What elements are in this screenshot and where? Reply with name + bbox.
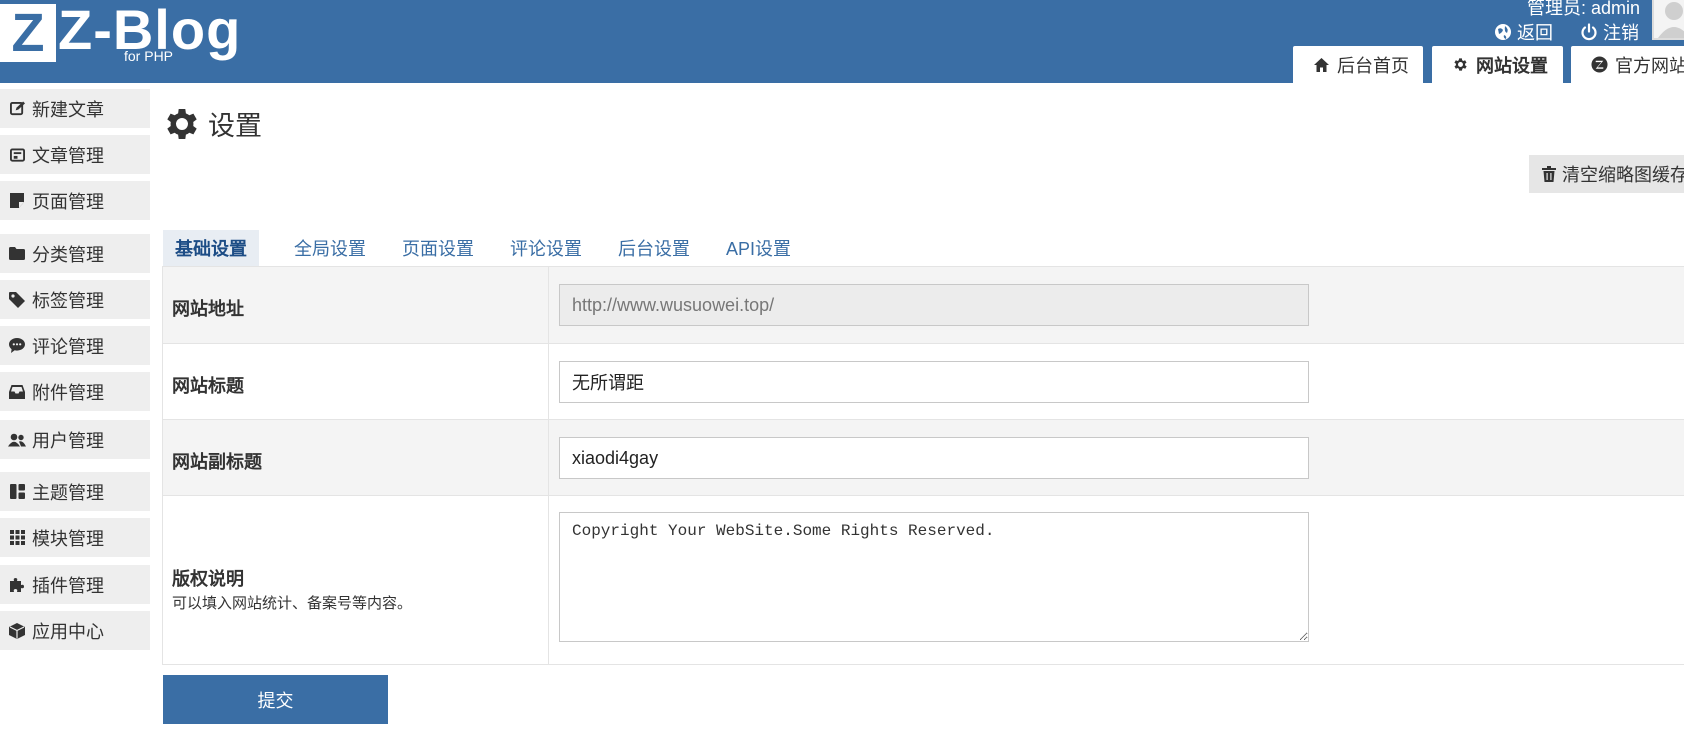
power-icon xyxy=(1581,23,1597,41)
user-silhouette-icon xyxy=(1658,2,1684,38)
header-tab-official-site[interactable]: 官方网站 xyxy=(1571,46,1684,83)
sidebar-item-label: 文章管理 xyxy=(32,145,104,166)
form-row-copyright: 版权说明 可以填入网站统计、备案号等内容。 Copyright Your Web… xyxy=(162,496,1684,665)
sidebar-item-label: 评论管理 xyxy=(32,336,104,357)
sidebar-item-plugin-manage[interactable]: 插件管理 xyxy=(0,565,150,604)
zblog-icon xyxy=(1591,56,1608,73)
clear-thumbnail-cache-button[interactable]: 清空缩略图缓存 xyxy=(1529,155,1684,193)
sidebar-item-tag-manage[interactable]: 标签管理 xyxy=(0,280,150,319)
page-title: 设置 xyxy=(164,104,262,143)
admin-label: 管理员: admin xyxy=(1526,0,1640,18)
sidebar-item-label: 附件管理 xyxy=(32,382,104,403)
tab-backend-settings[interactable]: 后台设置 xyxy=(606,230,702,266)
tab-page-settings[interactable]: 页面设置 xyxy=(390,230,486,266)
comment-icon xyxy=(0,338,32,353)
site-subtitle-field[interactable] xyxy=(559,437,1309,479)
logo-mark: Z xyxy=(0,4,56,62)
trash-icon xyxy=(1542,166,1556,182)
sidebar-item-label: 用户管理 xyxy=(32,430,104,451)
sidebar-item-new-article[interactable]: 新建文章 xyxy=(0,89,150,128)
copyright-label: 版权说明 xyxy=(172,569,244,589)
sidebar-item-user-manage[interactable]: 用户管理 xyxy=(0,420,150,459)
avatar[interactable] xyxy=(1652,0,1684,40)
settings-form: 网站地址 网站标题 网站副标题 版权说明 可以填入网站统计、备案号等内容。 Co… xyxy=(162,266,1684,665)
logo-subtitle: for PHP xyxy=(124,48,174,64)
gear-icon xyxy=(167,108,197,139)
inbox-icon xyxy=(0,384,32,399)
logout-link[interactable]: 注销 xyxy=(1580,19,1639,45)
sidebar-item-label: 应用中心 xyxy=(32,621,104,642)
folder-icon xyxy=(0,247,32,260)
header-tab-dashboard[interactable]: 后台首页 xyxy=(1293,46,1423,83)
site-subtitle-label: 网站副标题 xyxy=(172,452,262,472)
sidebar-item-label: 新建文章 xyxy=(32,99,104,120)
page-icon xyxy=(0,193,32,208)
header-tab-label: 后台首页 xyxy=(1337,55,1409,76)
site-title-field[interactable] xyxy=(559,361,1309,403)
site-url-field[interactable] xyxy=(559,284,1309,326)
sidebar-item-label: 标签管理 xyxy=(32,290,104,311)
site-url-label: 网站地址 xyxy=(172,299,244,319)
tab-basic-settings[interactable]: 基础设置 xyxy=(163,230,259,266)
sidebar-item-attachment-manage[interactable]: 附件管理 xyxy=(0,372,150,411)
copyright-textarea[interactable]: Copyright Your WebSite.Some Rights Reser… xyxy=(559,512,1309,642)
globe-icon xyxy=(1495,24,1511,40)
sidebar-item-label: 页面管理 xyxy=(32,191,104,212)
users-icon xyxy=(0,433,32,447)
article-list-icon xyxy=(0,147,32,162)
edit-icon xyxy=(0,101,32,116)
top-header: Z Z-Blog for PHP 管理员: admin 返回 注销 后台首页 网… xyxy=(0,0,1684,83)
tab-api-settings[interactable]: API设置 xyxy=(714,230,803,266)
header-tab-label: 官方网站 xyxy=(1615,55,1684,76)
tab-global-settings[interactable]: 全局设置 xyxy=(282,230,378,266)
sidebar-item-article-manage[interactable]: 文章管理 xyxy=(0,135,150,174)
theme-icon xyxy=(0,484,32,499)
sidebar-item-theme-manage[interactable]: 主题管理 xyxy=(0,472,150,511)
header-tab-label: 网站设置 xyxy=(1476,55,1548,76)
settings-tabs: 基础设置 全局设置 页面设置 评论设置 后台设置 API设置 xyxy=(163,230,815,266)
sidebar-item-module-manage[interactable]: 模块管理 xyxy=(0,518,150,557)
site-title-label: 网站标题 xyxy=(172,376,244,396)
sidebar-item-category-manage[interactable]: 分类管理 xyxy=(0,234,150,273)
form-row-site-title: 网站标题 xyxy=(162,344,1684,420)
form-row-site-url: 网站地址 xyxy=(162,267,1684,344)
sidebar-item-page-manage[interactable]: 页面管理 xyxy=(0,181,150,220)
back-label: 返回 xyxy=(1517,23,1553,43)
page-title-text: 设置 xyxy=(208,111,262,141)
submit-button[interactable]: 提交 xyxy=(163,675,388,724)
back-link[interactable]: 返回 xyxy=(1494,19,1553,45)
gear-icon xyxy=(1454,58,1467,71)
sidebar-item-comment-manage[interactable]: 评论管理 xyxy=(0,326,150,365)
sidebar-item-label: 插件管理 xyxy=(32,575,104,596)
logout-label: 注销 xyxy=(1603,23,1639,43)
tab-comment-settings[interactable]: 评论设置 xyxy=(498,230,594,266)
sidebar-item-label: 主题管理 xyxy=(32,482,104,503)
clear-thumbnail-cache-label: 清空缩略图缓存 xyxy=(1562,165,1684,185)
sidebar-item-label: 分类管理 xyxy=(32,244,104,265)
sidebar-item-app-center[interactable]: 应用中心 xyxy=(0,611,150,650)
form-row-site-subtitle: 网站副标题 xyxy=(162,420,1684,496)
sidebar-item-label: 模块管理 xyxy=(32,528,104,549)
puzzle-icon xyxy=(0,577,32,593)
header-tab-site-settings[interactable]: 网站设置 xyxy=(1432,46,1563,83)
home-icon xyxy=(1314,57,1329,72)
copyright-hint: 可以填入网站统计、备案号等内容。 xyxy=(172,595,413,612)
grid-icon xyxy=(0,530,32,545)
box-icon xyxy=(0,622,32,639)
tag-icon xyxy=(0,291,32,308)
